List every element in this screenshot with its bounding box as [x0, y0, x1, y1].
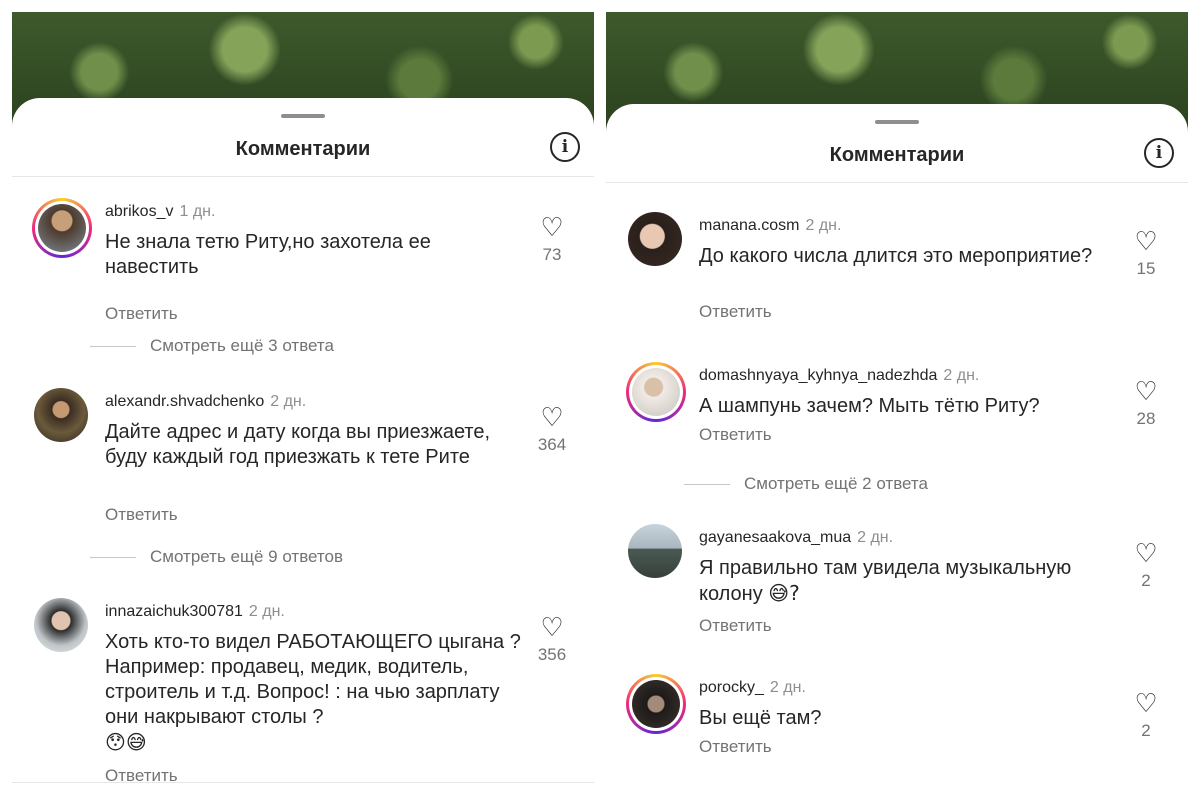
sheet-title: Комментарии — [829, 144, 965, 166]
comment-username[interactable]: alexandr.shvadchenko 2 дн. — [105, 393, 306, 411]
heart-outline-icon[interactable]: ♡ — [1126, 228, 1166, 254]
comment-emoji: 😅? — [768, 581, 800, 605]
heart-outline-icon[interactable]: ♡ — [532, 214, 572, 240]
comment-username[interactable]: porocky_ 2 дн. — [699, 679, 806, 697]
like-count: 356 — [537, 645, 567, 664]
reply-button[interactable]: Ответить — [699, 737, 772, 757]
avatar[interactable] — [626, 362, 686, 422]
comment-time: 2 дн. — [857, 529, 894, 546]
comments-sheet: Комментарии i abrikos_v 1 дн. Не знала те… — [12, 98, 594, 788]
replies-divider — [684, 484, 730, 486]
like-button[interactable]: ♡ 2 — [1126, 690, 1166, 741]
like-count: 28 — [1136, 409, 1156, 428]
like-button[interactable]: ♡ 73 — [532, 214, 572, 265]
drag-handle[interactable] — [281, 114, 325, 118]
comment-time: 2 дн. — [769, 679, 806, 696]
comment-emoji: 😯😅 — [105, 730, 147, 754]
like-count: 15 — [1136, 259, 1156, 278]
like-button[interactable]: ♡ 356 — [532, 614, 572, 665]
comments-sheet: Комментарии i manana.cosm 2 дн. До какого… — [606, 104, 1188, 788]
comment-time: 2 дн. — [270, 393, 307, 410]
heart-outline-icon[interactable]: ♡ — [1126, 690, 1166, 716]
comment-username[interactable]: abrikos_v 1 дн. — [105, 203, 215, 221]
comment-time: 2 дн. — [943, 367, 980, 384]
comment-text: Хоть кто-то видел РАБОТАЮЩЕГО цыгана ? Н… — [105, 631, 521, 754]
comment-text: До какого числа длится это мероприятие? — [699, 245, 1093, 267]
avatar[interactable] — [628, 524, 682, 578]
comment-time: 1 дн. — [179, 203, 216, 220]
info-icon[interactable]: i — [1144, 138, 1174, 168]
reply-button[interactable]: Ответить — [105, 766, 178, 786]
avatar[interactable] — [34, 388, 88, 442]
comment-username[interactable]: innazaichuk300781 2 дн. — [105, 603, 285, 621]
reply-button[interactable]: Ответить — [105, 505, 178, 525]
view-more-replies[interactable]: Смотреть ещё 9 ответов — [90, 547, 343, 567]
avatar[interactable] — [32, 198, 92, 258]
replies-divider — [90, 346, 136, 348]
comment-text: Дайте адрес и дату когда вы приезжаете, … — [105, 421, 491, 468]
drag-handle[interactable] — [875, 120, 919, 124]
view-more-replies[interactable]: Смотреть ещё 3 ответа — [90, 336, 334, 356]
avatar[interactable] — [626, 674, 686, 734]
reply-button[interactable]: Ответить — [699, 616, 772, 636]
comments-screenshot-right: Комментарии i manana.cosm 2 дн. До какого… — [606, 12, 1188, 788]
comment-text: А шампунь зачем? Мыть тётю Риту? — [699, 395, 1040, 417]
reply-button[interactable]: Ответить — [105, 304, 178, 324]
sheet-title: Комментарии — [235, 138, 371, 160]
comment-time: 2 дн. — [248, 603, 285, 620]
heart-outline-icon[interactable]: ♡ — [532, 404, 572, 430]
like-count: 2 — [1141, 571, 1151, 590]
heart-outline-icon[interactable]: ♡ — [532, 614, 572, 640]
header-divider — [12, 176, 594, 177]
comment-username[interactable]: manana.cosm 2 дн. — [699, 217, 841, 235]
comment-text: Не знала тетю Риту,но захотела ее навест… — [105, 231, 431, 278]
like-button[interactable]: ♡ 2 — [1126, 540, 1166, 591]
like-count: 2 — [1141, 721, 1151, 740]
like-button[interactable]: ♡ 28 — [1126, 378, 1166, 429]
comment-time: 2 дн. — [805, 217, 842, 234]
view-more-replies[interactable]: Смотреть ещё 2 ответа — [684, 474, 928, 494]
replies-divider — [90, 557, 136, 559]
avatar[interactable] — [628, 212, 682, 266]
bottom-divider — [12, 782, 594, 783]
header-divider — [606, 182, 1188, 183]
comments-screenshot-left: Комментарии i abrikos_v 1 дн. Не знала те… — [12, 12, 594, 788]
comment-username[interactable]: gayanesaakova_mua 2 дн. — [699, 529, 893, 547]
heart-outline-icon[interactable]: ♡ — [1126, 540, 1166, 566]
like-count: 364 — [537, 435, 567, 454]
like-button[interactable]: ♡ 15 — [1126, 228, 1166, 279]
info-icon[interactable]: i — [550, 132, 580, 162]
like-button[interactable]: ♡ 364 — [532, 404, 572, 455]
comment-text: Я правильно там увидела музыкальную коло… — [699, 557, 1072, 605]
reply-button[interactable]: Ответить — [699, 302, 772, 322]
comment-username[interactable]: domashnyaya_kyhnya_nadezhda 2 дн. — [699, 367, 979, 385]
like-count: 73 — [542, 245, 562, 264]
heart-outline-icon[interactable]: ♡ — [1126, 378, 1166, 404]
reply-button[interactable]: Ответить — [699, 425, 772, 445]
comment-text: Вы ещё там? — [699, 707, 822, 729]
avatar[interactable] — [34, 598, 88, 652]
